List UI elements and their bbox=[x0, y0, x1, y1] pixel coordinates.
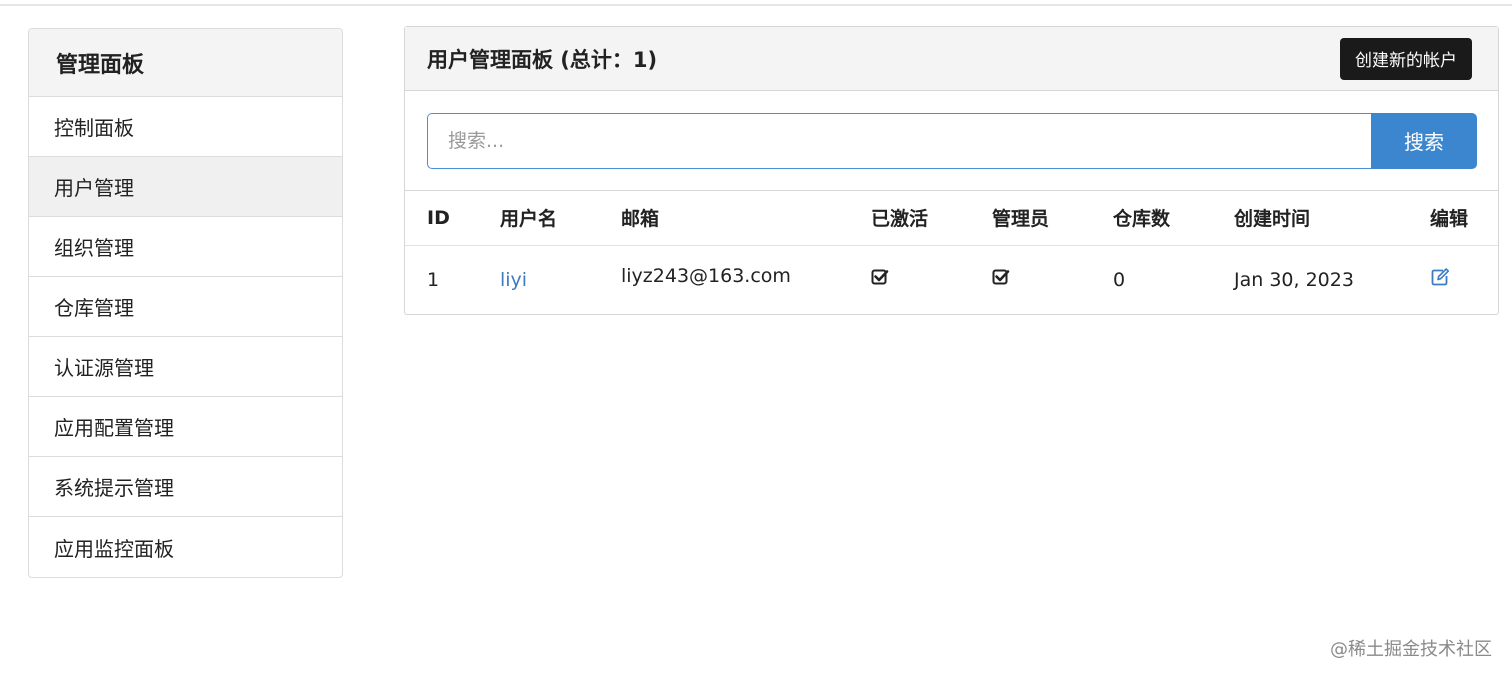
sidebar-item-label: 用户管理 bbox=[54, 176, 134, 200]
users-table: ID 用户名 邮箱 已激活 管理员 仓库数 创建时间 编辑 1 liyi liy… bbox=[405, 191, 1498, 314]
user-management-panel: 用户管理面板 (总计：1) 创建新的帐户 搜索 ID 用户名 邮箱 已激活 管理… bbox=[404, 26, 1499, 315]
sidebar-item-config[interactable]: 应用配置管理 bbox=[29, 397, 342, 457]
column-header-activated[interactable]: 已激活 bbox=[871, 191, 992, 246]
sidebar-item-users[interactable]: 用户管理 bbox=[29, 157, 342, 217]
sidebar-item-label: 控制面板 bbox=[54, 116, 134, 140]
sidebar-item-label: 认证源管理 bbox=[54, 356, 154, 380]
column-header-repos[interactable]: 仓库数 bbox=[1113, 191, 1234, 246]
sidebar-item-monitor[interactable]: 应用监控面板 bbox=[29, 517, 342, 577]
sidebar-item-repositories[interactable]: 仓库管理 bbox=[29, 277, 342, 337]
cell-email: liyz243@163.com bbox=[621, 245, 871, 314]
sidebar-item-label: 系统提示管理 bbox=[54, 476, 174, 500]
create-account-button[interactable]: 创建新的帐户 bbox=[1340, 37, 1472, 80]
cell-created: Jan 30, 2023 bbox=[1234, 268, 1354, 291]
column-header-id[interactable]: ID bbox=[405, 191, 500, 246]
search-bar: 搜索 bbox=[405, 91, 1498, 191]
sidebar-item-organizations[interactable]: 组织管理 bbox=[29, 217, 342, 277]
cell-admin bbox=[992, 245, 1113, 314]
column-header-edit: 编辑 bbox=[1430, 191, 1498, 246]
cell-username: liyi bbox=[500, 245, 621, 314]
sidebar-item-label: 应用监控面板 bbox=[54, 536, 174, 561]
sidebar-item-label: 应用配置管理 bbox=[54, 416, 174, 440]
sidebar-item-auth-sources[interactable]: 认证源管理 bbox=[29, 337, 342, 397]
checkbox-checked-icon bbox=[871, 268, 889, 286]
table-row: 1 liyi liyz243@163.com 0 Jan 30, 2023 bbox=[405, 245, 1498, 314]
cell-repos: 0 bbox=[1113, 268, 1126, 291]
admin-sidebar: 管理面板 控制面板 用户管理 组织管理 仓库管理 认证源管理 应用配置管理 系统… bbox=[28, 28, 343, 578]
column-header-email[interactable]: 邮箱 bbox=[621, 191, 871, 246]
sidebar-title: 管理面板 bbox=[29, 29, 342, 97]
sidebar-item-dashboard[interactable]: 控制面板 bbox=[29, 97, 342, 157]
watermark-text: @稀土掘金技术社区 bbox=[1330, 639, 1492, 660]
search-button[interactable]: 搜索 bbox=[1371, 112, 1477, 169]
column-header-created[interactable]: 创建时间 bbox=[1234, 191, 1430, 246]
sidebar-item-label: 仓库管理 bbox=[54, 296, 134, 320]
panel-title: 用户管理面板 (总计：1) bbox=[427, 47, 658, 72]
table-header-row: ID 用户名 邮箱 已激活 管理员 仓库数 创建时间 编辑 bbox=[405, 191, 1498, 246]
edit-icon[interactable] bbox=[1430, 267, 1450, 287]
sidebar-item-label: 组织管理 bbox=[54, 236, 134, 260]
username-link[interactable]: liyi bbox=[500, 269, 527, 291]
sidebar-item-notices[interactable]: 系统提示管理 bbox=[29, 457, 342, 517]
search-input[interactable] bbox=[427, 112, 1371, 169]
cell-edit bbox=[1430, 245, 1498, 314]
column-header-admin[interactable]: 管理员 bbox=[992, 191, 1113, 246]
cell-activated bbox=[871, 245, 992, 314]
email-text: liyz243@163.com bbox=[621, 264, 791, 287]
top-border bbox=[0, 0, 1512, 6]
checkbox-checked-icon bbox=[992, 268, 1010, 286]
column-header-username[interactable]: 用户名 bbox=[500, 191, 621, 246]
panel-header: 用户管理面板 (总计：1) 创建新的帐户 bbox=[405, 27, 1498, 91]
cell-id: 1 bbox=[427, 268, 440, 291]
